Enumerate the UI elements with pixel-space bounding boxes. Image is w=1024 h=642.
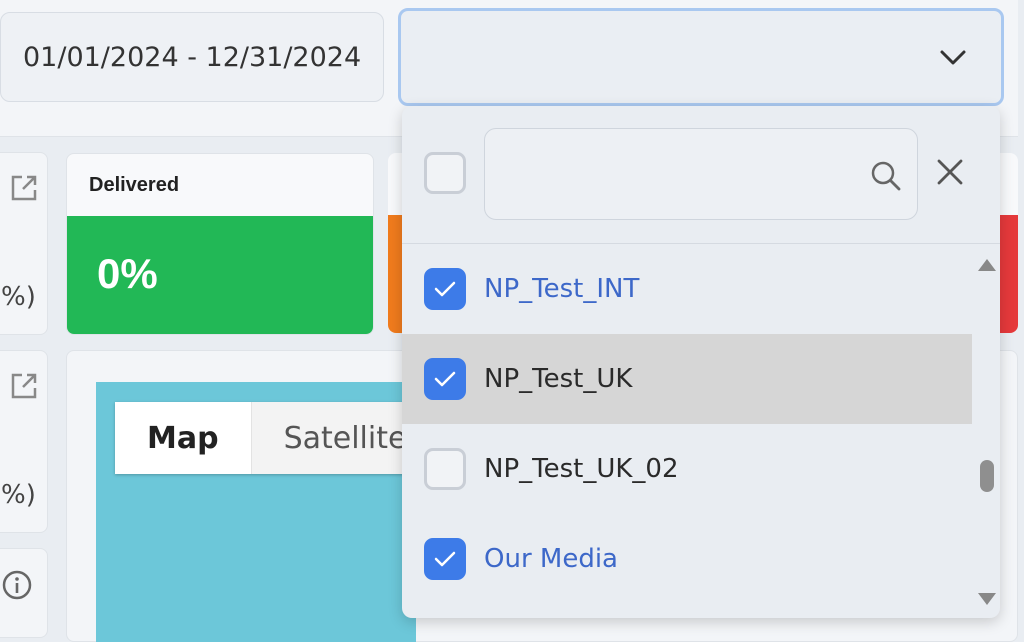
side-card-3 [0, 548, 48, 638]
map-view-button[interactable]: Map [115, 402, 252, 474]
list-item[interactable]: NP_Test_INT [402, 244, 972, 334]
scroll-down-icon[interactable] [977, 592, 997, 606]
check-icon [434, 551, 456, 567]
scroll-up-icon[interactable] [977, 258, 997, 272]
external-link-icon[interactable] [9, 173, 39, 203]
date-range-value: 01/01/2024 - 12/31/2024 [23, 41, 362, 73]
metric-bar: 0% [67, 216, 373, 334]
dropdown-list: NP_Test_INT NP_Test_UK NP_Test_UK_02 Our… [402, 244, 972, 618]
metric-title: Delivered [89, 174, 180, 196]
scrollbar-thumb[interactable] [980, 460, 994, 492]
dropdown-header [402, 106, 1000, 244]
checkbox-checked[interactable] [424, 268, 466, 310]
close-icon[interactable] [936, 158, 964, 186]
list-item-label: Our Media [484, 544, 618, 574]
list-item-label: NP_Test_UK [484, 364, 633, 394]
map-type-toggle: Map Satellite [115, 402, 439, 474]
delivered-card: Delivered 0% [66, 153, 374, 335]
list-item-label: NP_Test_INT [484, 274, 640, 304]
dropdown-search-input[interactable] [484, 128, 918, 220]
check-icon [434, 371, 456, 387]
side-card-2: %) [0, 350, 48, 533]
dropdown-scrollbar[interactable] [974, 244, 1000, 618]
search-icon [871, 161, 901, 191]
metric-card-red [998, 153, 1018, 333]
date-range-picker[interactable]: 01/01/2024 - 12/31/2024 [0, 12, 384, 102]
checkbox-unchecked[interactable] [424, 448, 466, 490]
list-item[interactable]: NP_Test_UK_02 [402, 424, 972, 514]
side-card-pct: %) [1, 480, 36, 510]
metric-value: 0% [97, 250, 158, 297]
info-icon[interactable] [1, 569, 33, 601]
list-item-label: NP_Test_UK_02 [484, 454, 679, 484]
list-item[interactable]: NP_Test_UK [402, 334, 972, 424]
side-card-1: %) [0, 152, 48, 335]
side-card-pct: %) [1, 282, 36, 312]
campaign-dropdown: NP_Test_INT NP_Test_UK NP_Test_UK_02 Our… [402, 106, 1000, 618]
campaign-select[interactable] [398, 8, 1004, 106]
chevron-down-icon [940, 50, 966, 65]
select-all-checkbox[interactable] [424, 152, 466, 194]
check-icon [434, 281, 456, 297]
external-link-icon[interactable] [9, 371, 39, 401]
list-item[interactable]: Our Media [402, 514, 972, 604]
checkbox-checked[interactable] [424, 538, 466, 580]
checkbox-checked[interactable] [424, 358, 466, 400]
